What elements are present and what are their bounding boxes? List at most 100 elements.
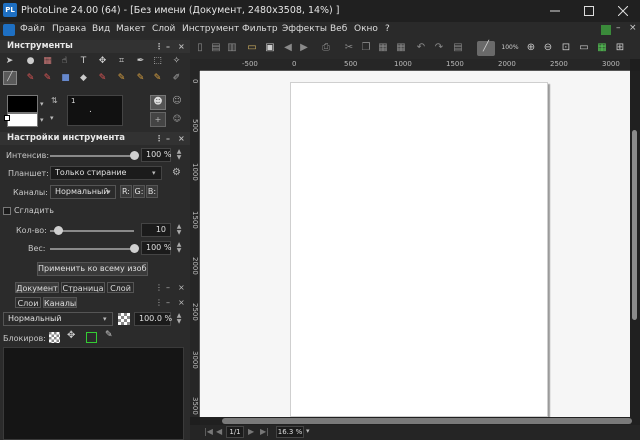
menu-filter[interactable]: Фильтр [242, 24, 278, 34]
tablet-select[interactable]: Только стирание ▾ [50, 166, 162, 180]
panel-menu-icon[interactable]: ⋮ [155, 40, 163, 53]
intensity-slider-knob[interactable] [129, 151, 139, 160]
menu-effects[interactable]: Эффекты [282, 24, 327, 34]
marquee-icon[interactable]: ⬚ [152, 56, 163, 67]
zoom-dropdown-icon[interactable]: ▾ [306, 427, 310, 435]
lock-brush-icon[interactable]: ✎ [105, 330, 113, 340]
lock-position-icon[interactable]: ✥ [67, 330, 75, 341]
tool-settings-menu-icon[interactable]: ⋮ [155, 132, 163, 145]
new-page-icon[interactable]: ▤ [210, 42, 222, 54]
menu-window[interactable]: Окно [354, 24, 378, 34]
burn-icon[interactable]: ✎ [135, 73, 146, 84]
next-page-icon[interactable]: ▶ [248, 427, 254, 436]
fit-window-icon[interactable]: ⊡ [560, 42, 572, 54]
mode-cat-icon[interactable]: ☻ [150, 95, 166, 110]
horizontal-scrollbar-thumb[interactable] [222, 418, 632, 424]
brush-tip-icon[interactable]: ● [25, 56, 36, 67]
layers-minimize-icon[interactable]: – [166, 296, 170, 309]
gradient-icon[interactable]: ■ [60, 73, 71, 84]
tab-page[interactable]: Страница [61, 282, 105, 293]
cut-icon[interactable]: ✂ [343, 42, 355, 54]
paste-special-icon[interactable]: ▦ [395, 42, 407, 54]
move-tool-icon[interactable]: ✥ [97, 56, 108, 67]
snap-toggle-icon[interactable]: ⊞ [614, 42, 626, 54]
eraser-tool-icon[interactable]: ╱ [3, 71, 17, 85]
repeat-icon[interactable]: ▤ [452, 42, 464, 54]
tool-settings-close-icon[interactable]: × [178, 132, 185, 145]
layer-preview-dropdown-icon[interactable]: ▾ [50, 114, 54, 122]
smudge-icon[interactable]: ☝ [59, 56, 70, 67]
swap-colors-icon[interactable]: ⇅ [51, 96, 58, 105]
document-info-icon[interactable]: ▥ [226, 42, 238, 54]
opacity-spinner[interactable]: ▲ ▼ [176, 313, 182, 325]
intensity-spinner[interactable]: ▲ ▼ [176, 149, 182, 161]
pencil-icon[interactable]: ✎ [25, 73, 36, 84]
layers-list[interactable] [3, 347, 184, 440]
dodge-icon[interactable]: ✎ [116, 73, 127, 84]
paintbrush-icon[interactable]: ✎ [42, 73, 53, 84]
mode-cat-small-icon[interactable]: ☺ [169, 112, 185, 127]
intensity-input[interactable]: 100 % [141, 148, 171, 162]
smooth-checkbox[interactable] [3, 207, 11, 215]
menu-view[interactable]: Вид [92, 24, 110, 34]
vertical-scrollbar-thumb[interactable] [632, 130, 637, 320]
doc-minimize-icon[interactable]: – [616, 23, 621, 33]
save-file-icon[interactable]: ▣ [264, 42, 276, 54]
bucket-fill-icon[interactable]: ◆ [78, 73, 89, 84]
tab-channels[interactable]: Каналы [43, 297, 77, 308]
maximize-button[interactable] [572, 0, 606, 22]
stamp-icon[interactable]: ▦ [42, 56, 53, 67]
undo-icon[interactable]: ↶ [415, 42, 427, 54]
magic-wand-icon[interactable]: ✧ [171, 56, 182, 67]
bg-color-dropdown-icon[interactable]: ▾ [40, 116, 44, 124]
count-slider-knob[interactable] [53, 226, 63, 235]
zoom-level-field[interactable]: 16.3 % [276, 426, 304, 438]
menu-file[interactable]: Файл [20, 24, 45, 34]
zoom-100-button[interactable]: 100% [500, 42, 520, 54]
channels-mode-select[interactable]: Нормальный ▾ [50, 185, 116, 199]
count-spinner[interactable]: ▲ ▼ [176, 224, 182, 236]
channel-b-toggle[interactable]: B: [146, 185, 158, 198]
prev-page-icon[interactable]: ◀ [216, 427, 222, 436]
lock-transparency-icon[interactable] [49, 332, 60, 343]
weight-slider-knob[interactable] [129, 244, 139, 253]
ruler-tool-icon[interactable]: ╱ [477, 41, 495, 56]
mode-cat-alt-icon[interactable]: ☺ [169, 95, 185, 110]
new-document-icon[interactable]: ▯ [194, 42, 206, 54]
eyedropper-icon[interactable]: ✐ [171, 73, 182, 84]
ruler-corner[interactable] [190, 59, 200, 71]
restore-doc-icon[interactable] [601, 25, 611, 35]
blend-mode-select[interactable]: Нормальный ▾ [3, 312, 113, 326]
channel-g-toggle[interactable]: G: [133, 185, 145, 198]
menu-layer[interactable]: Слой [152, 24, 175, 34]
mode-plus-icon[interactable]: + [150, 112, 166, 127]
apply-to-whole-image-button[interactable]: Применить ко всему изобра [37, 262, 148, 276]
document-page[interactable] [290, 82, 548, 417]
doc-menu-icon[interactable] [3, 24, 15, 36]
channel-r-toggle[interactable]: R: [120, 185, 132, 198]
pen-tool-icon[interactable]: ✒ [135, 56, 146, 67]
opacity-input[interactable]: 100.0 % [134, 312, 172, 326]
intensity-slider[interactable] [50, 155, 134, 157]
count-input[interactable]: 10 [141, 223, 171, 237]
weight-slider[interactable] [50, 248, 134, 250]
panel-close-icon[interactable]: × [178, 40, 185, 53]
menu-layout[interactable]: Макет [116, 24, 146, 34]
sponge-icon[interactable]: ✎ [97, 73, 108, 84]
doc-close-icon[interactable]: × [629, 23, 637, 33]
layers-menu-icon[interactable]: ⋮ [155, 296, 163, 309]
tool-settings-minimize-icon[interactable]: – [166, 132, 170, 145]
tab-document[interactable]: Документ [15, 282, 59, 293]
lock-crop-icon[interactable] [86, 332, 97, 343]
menu-web[interactable]: Веб [330, 24, 347, 34]
tab-layer[interactable]: Слой [107, 282, 134, 293]
default-colors-icon[interactable] [4, 115, 10, 121]
fg-color-dropdown-icon[interactable]: ▾ [40, 100, 44, 108]
page-number-field[interactable]: 1/1 [226, 426, 244, 438]
first-page-icon[interactable]: |◀ [204, 427, 213, 436]
menu-tool[interactable]: Инструмент [182, 24, 239, 34]
panel-minimize-icon[interactable]: – [166, 40, 170, 53]
zoom-out-icon[interactable]: ⊖ [542, 42, 554, 54]
paste-icon[interactable]: ▦ [377, 42, 389, 54]
tablet-settings-gear-icon[interactable]: ⚙ [172, 167, 181, 178]
